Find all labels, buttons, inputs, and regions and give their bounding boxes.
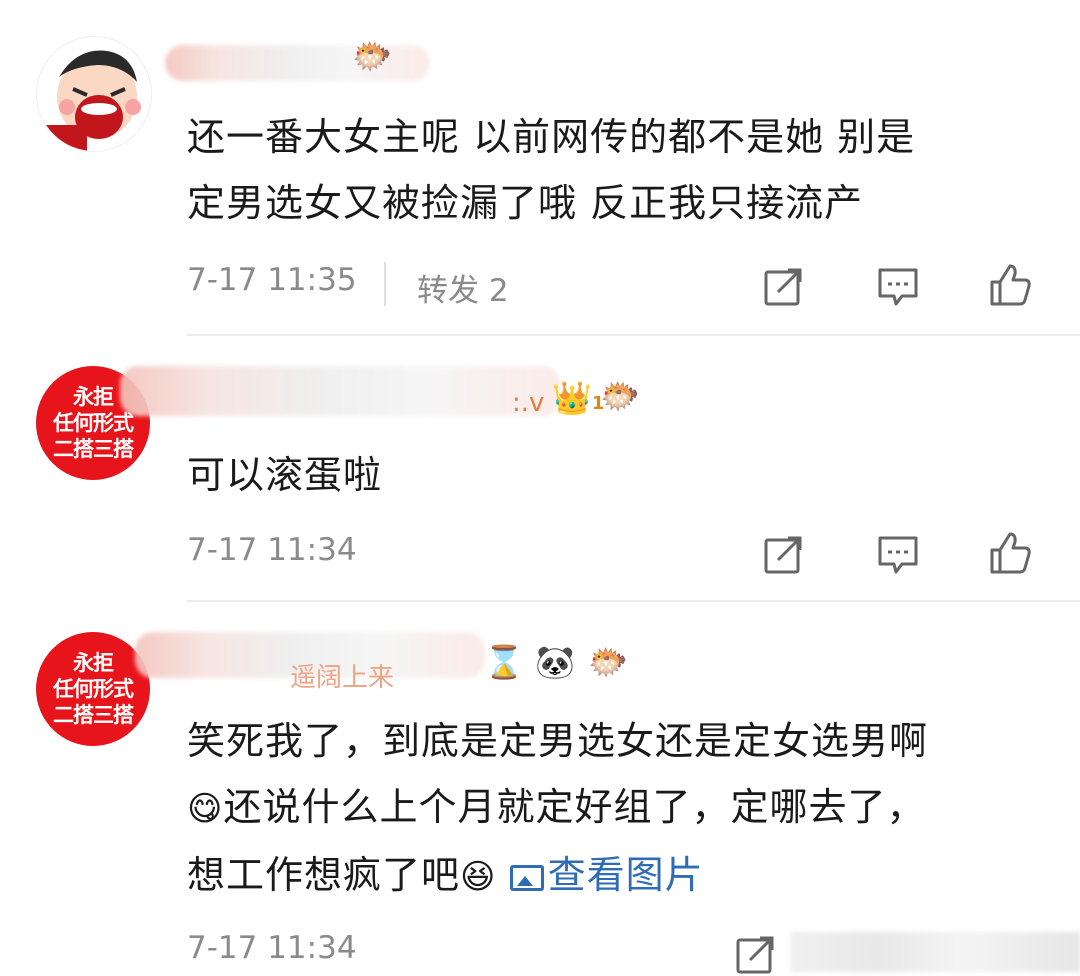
comment-text-line: 定男选女又被捡漏了哦 反正我只接流产 [187, 181, 864, 225]
avatar-text-line: 二搭三搭 [53, 437, 134, 461]
comment-text-line: 想工作想疯了吧😆 查看图片 [187, 842, 1067, 910]
comment-icon[interactable] [876, 264, 920, 308]
crying-child-avatar-icon [37, 37, 151, 151]
repost-icon[interactable] [762, 532, 806, 576]
watermark-blurred [790, 932, 1080, 972]
view-image-label: 查看图片 [547, 853, 704, 897]
avatar-text-line: 任何形式 [53, 677, 134, 701]
comment-text-segment: 还说什么上个月就定好组了，定哪去了， [223, 785, 926, 829]
username-blurred[interactable] [120, 366, 560, 416]
comment-text: 还一番大女主呢 以前网传的都不是她 别是 定男选女又被捡漏了哦 反正我只接流产 [187, 104, 1067, 236]
comment-text: 笑死我了，到底是定男选女还是定女选男啊 😋还说什么上个月就定好组了，定哪去了， … [187, 708, 1067, 910]
avatar[interactable]: 永拒 任何形式 二搭三搭 [36, 632, 150, 746]
pufferfish-badge-icon: 🐡 [352, 37, 392, 75]
repost-count-link[interactable]: 转发 2 [417, 265, 509, 310]
avatar-text-line: 永拒 [73, 651, 114, 675]
comment-text-line: 笑死我了，到底是定男选女还是定女选男啊 [187, 719, 929, 763]
comment-icon[interactable] [876, 532, 920, 576]
avatar[interactable] [36, 36, 152, 152]
avatar-text: 永拒 任何形式 二搭三搭 [53, 650, 134, 728]
timestamp: 7-17 11:34 [187, 532, 357, 568]
avatar-text-line: 任何形式 [53, 411, 134, 435]
meta-separator [384, 262, 386, 306]
view-image-link[interactable]: 查看图片 [509, 853, 704, 897]
laughing-emoji-icon: 😆 [460, 857, 497, 897]
comment-item: 永拒 任何形式 二搭三搭 :.v 👑1 🐡 可以滚蛋啦 7-17 11:34 [0, 336, 1080, 598]
tongue-emoji-icon: 😋 [187, 789, 224, 829]
repost-icon[interactable] [734, 932, 778, 976]
comment-text: 可以滚蛋啦 [187, 442, 1067, 508]
comment-text-line: 😋还说什么上个月就定好组了，定哪去了， [187, 774, 1067, 842]
comment-text-segment: 想工作想疯了吧 [187, 853, 461, 897]
panda-badge-icon: 🐼 [535, 643, 575, 681]
like-icon[interactable] [988, 530, 1032, 574]
timestamp: 7-17 11:35 [187, 262, 357, 298]
username-fragment: :.v [512, 388, 545, 418]
image-icon [509, 864, 544, 891]
comment-item: 永拒 任何形式 二搭三搭 遥阔上来 ⌛ 🐼 🐡 笑死我了，到底是定男选女还是定女… [0, 602, 1080, 974]
comment-text-line: 还一番大女主呢 以前网传的都不是她 别是 [187, 115, 916, 159]
pufferfish-badge-icon: 🐡 [600, 377, 640, 415]
timestamp: 7-17 11:34 [187, 930, 357, 966]
like-icon[interactable] [988, 262, 1032, 306]
hourglass-badge-icon: ⌛ [484, 643, 524, 681]
comment-text-line: 可以滚蛋啦 [187, 453, 383, 497]
crown-glyph: 👑 [552, 379, 592, 417]
pufferfish-badge-icon: 🐡 [588, 643, 628, 681]
repost-icon[interactable] [762, 264, 806, 308]
comment-item: 🐡 还一番大女主呢 以前网传的都不是她 别是 定男选女又被捡漏了哦 反正我只接流… [0, 0, 1080, 335]
avatar-text-line: 二搭三搭 [53, 703, 134, 727]
username-fragment: 遥阔上来 [290, 663, 395, 693]
crown-badge-icon: 👑1 [552, 378, 604, 424]
